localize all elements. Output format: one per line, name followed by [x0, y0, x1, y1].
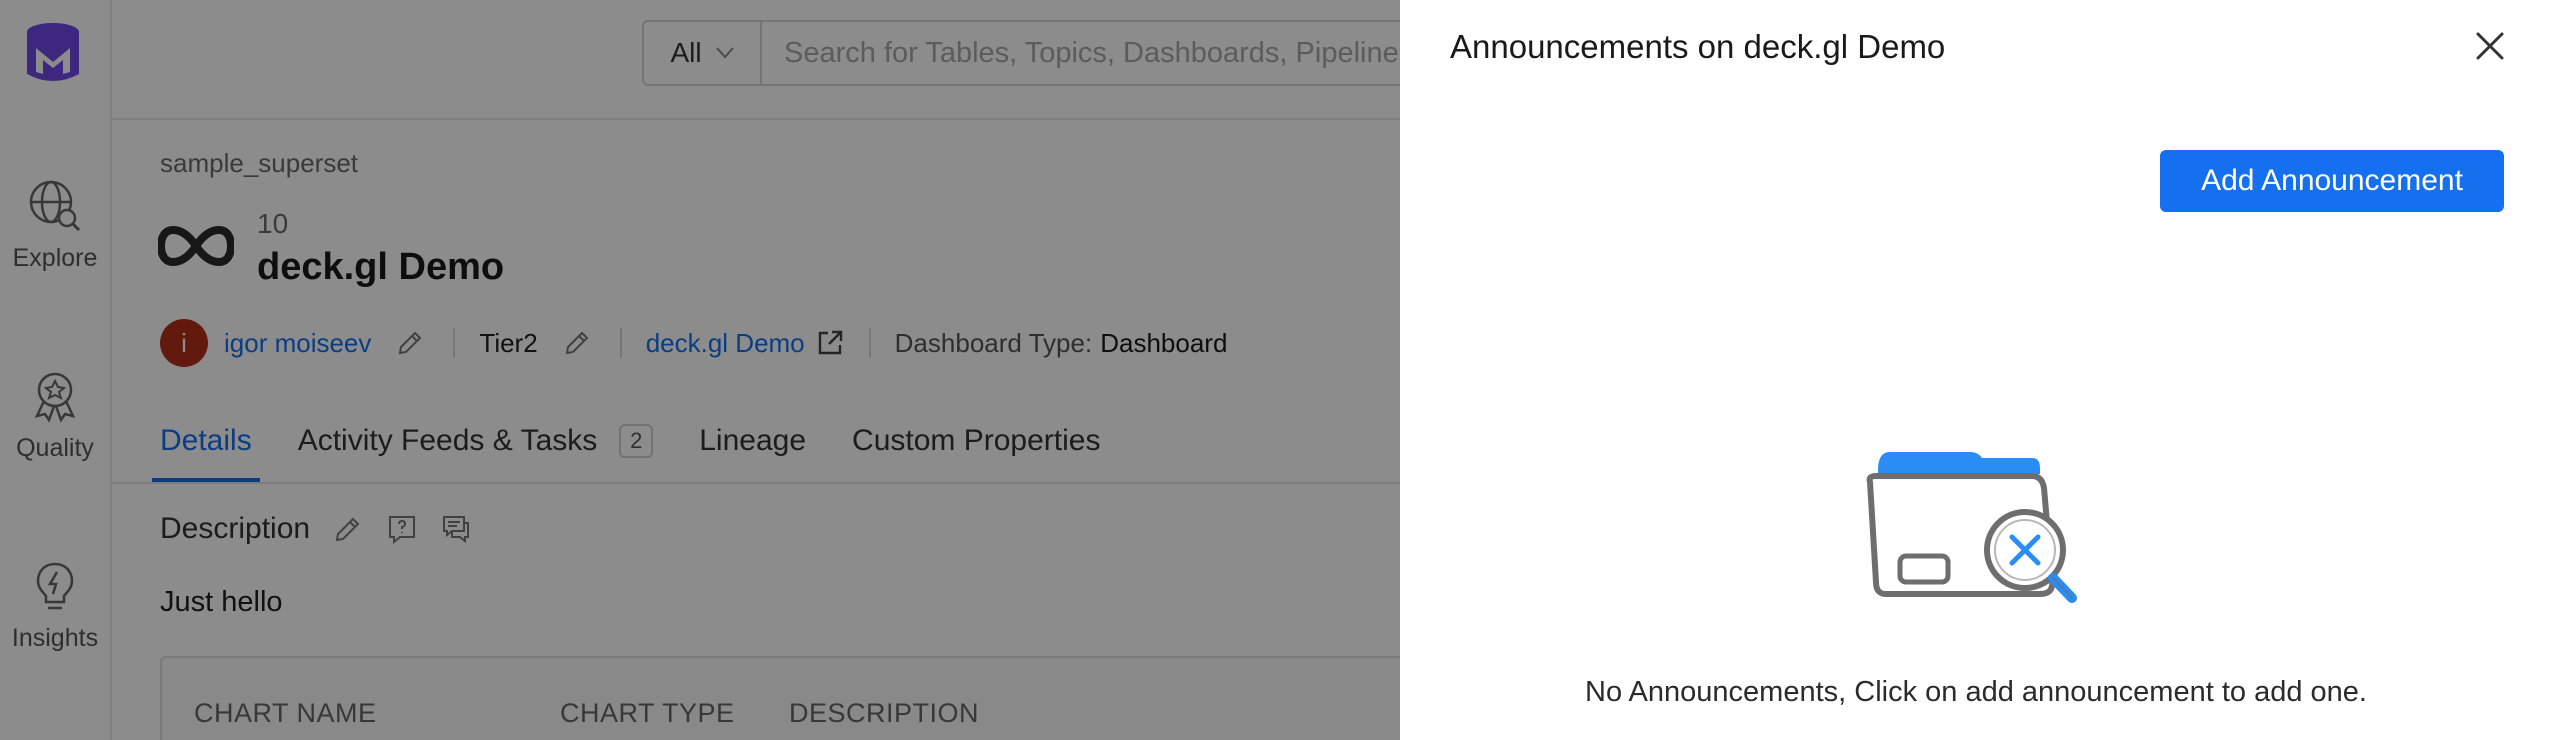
empty-folder-search-icon: [1866, 452, 2077, 603]
empty-state-message: No Announcements, Click on add announcem…: [1585, 676, 2367, 708]
announcements-drawer: Announcements on deck.gl Demo Add Announ…: [1400, 0, 2552, 740]
drawer-title: Announcements on deck.gl Demo: [1450, 28, 1946, 65]
close-icon[interactable]: [2472, 28, 2508, 64]
add-announcement-button[interactable]: Add Announcement: [2160, 150, 2504, 212]
